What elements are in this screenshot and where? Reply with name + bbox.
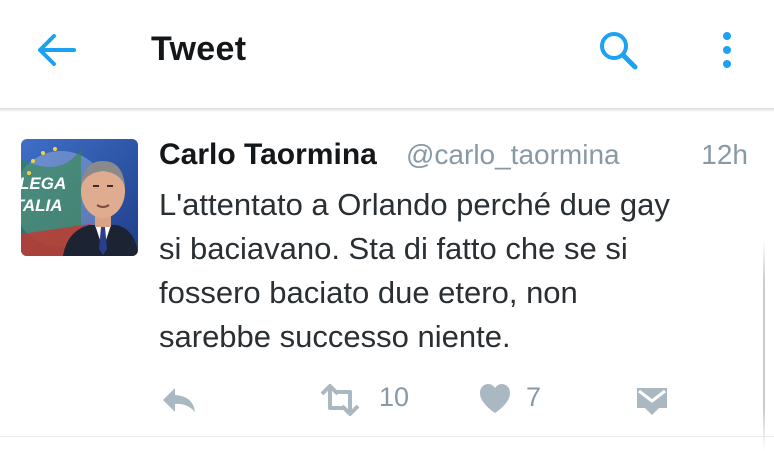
back-button[interactable] — [34, 32, 78, 68]
avatar[interactable]: LEGA ITALIA — [21, 139, 138, 256]
avatar-image: LEGA ITALIA — [21, 139, 138, 256]
top-app-bar: Tweet — [0, 0, 774, 108]
more-vertical-icon — [723, 32, 731, 68]
reply-icon — [163, 388, 195, 412]
more-options-button[interactable] — [712, 28, 742, 72]
tweet-text: L'attentato a Orlando perché due gay si … — [159, 183, 744, 359]
direct-message-icon — [637, 388, 667, 415]
tweet-text-line: fossero baciato due etero, non — [159, 275, 578, 310]
scroll-edge — [763, 240, 765, 451]
author-handle[interactable]: @carlo_taormina — [406, 139, 620, 171]
tweet-text-line: sarebbe successo niente. — [159, 319, 511, 354]
tweet-timestamp[interactable]: 12h — [701, 139, 748, 171]
like-button[interactable] — [478, 380, 512, 420]
author-name[interactable]: Carlo Taormina — [159, 138, 377, 172]
reply-button[interactable] — [159, 380, 199, 420]
logo-text-lega: LEGA — [21, 174, 66, 193]
retweet-button[interactable] — [318, 380, 362, 420]
retweet-count: 10 — [379, 382, 410, 412]
tweet-text-line: L'attentato a Orlando perché due gay — [159, 187, 670, 222]
like-count: 7 — [526, 382, 542, 412]
search-icon — [600, 32, 638, 70]
logo-text-italia: ITALIA — [21, 196, 63, 215]
tweet-divider — [0, 436, 774, 437]
heart-icon — [480, 384, 510, 413]
tweet-text-line: si baciavano. Sta di fatto che se si — [159, 231, 628, 266]
arrow-left-icon — [38, 34, 76, 66]
search-button[interactable] — [596, 28, 640, 72]
retweet-icon — [320, 384, 360, 416]
top-bar-divider — [0, 108, 774, 112]
page-title: Tweet — [151, 30, 247, 68]
direct-message-button[interactable] — [635, 380, 669, 420]
